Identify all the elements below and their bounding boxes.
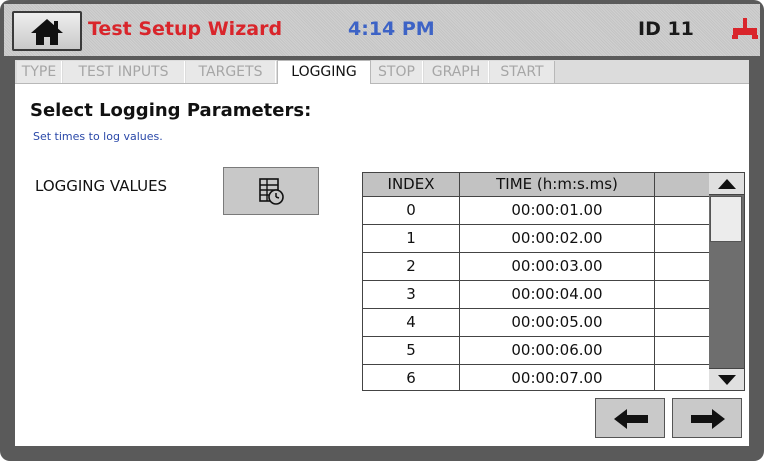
cell-time: 00:00:02.00 xyxy=(460,225,655,252)
page-title: Select Logging Parameters: xyxy=(30,100,312,121)
schedule-clock-icon xyxy=(259,178,284,205)
column-header-time: TIME (h:m:s.ms) xyxy=(460,173,655,196)
tab-stop[interactable]: STOP xyxy=(371,61,423,83)
scroll-thumb[interactable] xyxy=(710,196,742,242)
table-row[interactable]: 0 00:00:01.00 xyxy=(363,197,709,225)
table-row[interactable]: 2 00:00:03.00 xyxy=(363,253,709,281)
arrow-right-icon xyxy=(691,409,725,429)
cell-time: 00:00:03.00 xyxy=(460,253,655,280)
cell-time: 00:00:04.00 xyxy=(460,281,655,308)
table-row[interactable]: 3 00:00:04.00 xyxy=(363,281,709,309)
page-subtitle: Set times to log values. xyxy=(33,130,163,143)
logging-table: INDEX TIME (h:m:s.ms) 0 00:00:01.00 1 00… xyxy=(362,172,710,391)
logging-values-label: LOGGING VALUES xyxy=(35,177,168,195)
cell-index: 6 xyxy=(363,365,460,390)
clock-time: 4:14 PM xyxy=(348,18,435,40)
header-bar: Test Setup Wizard 4:14 PM ID 11 xyxy=(4,4,760,56)
tab-test-inputs[interactable]: TEST INPUTS xyxy=(63,61,185,83)
table-scrollbar[interactable] xyxy=(709,172,745,391)
table-header: INDEX TIME (h:m:s.ms) xyxy=(363,173,709,197)
tab-logging[interactable]: LOGGING xyxy=(277,60,371,84)
wizard-tabs: TYPE TEST INPUTS TARGETS LOGGING STOP GR… xyxy=(15,60,749,84)
content-panel: TYPE TEST INPUTS TARGETS LOGGING STOP GR… xyxy=(15,60,749,446)
device-icon[interactable] xyxy=(732,17,758,41)
table-row[interactable]: 4 00:00:05.00 xyxy=(363,309,709,337)
home-icon xyxy=(31,19,63,45)
table-row[interactable]: 6 00:00:07.00 xyxy=(363,365,709,390)
cell-time: 00:00:07.00 xyxy=(460,365,655,390)
table-row[interactable]: 5 00:00:06.00 xyxy=(363,337,709,365)
cell-time: 00:00:05.00 xyxy=(460,309,655,336)
scroll-up-button[interactable] xyxy=(709,173,744,195)
cell-index: 0 xyxy=(363,197,460,224)
tab-start[interactable]: START xyxy=(490,61,555,83)
cell-index: 5 xyxy=(363,337,460,364)
table-row[interactable]: 1 00:00:02.00 xyxy=(363,225,709,253)
cell-time: 00:00:06.00 xyxy=(460,337,655,364)
column-header-index: INDEX xyxy=(363,173,460,196)
logging-values-button[interactable] xyxy=(223,167,319,215)
tab-targets[interactable]: TARGETS xyxy=(186,61,276,83)
triangle-down-icon xyxy=(718,375,736,385)
home-button[interactable] xyxy=(12,11,82,51)
device-id: ID 11 xyxy=(638,18,694,40)
scroll-down-button[interactable] xyxy=(709,368,744,390)
cell-index: 4 xyxy=(363,309,460,336)
window-frame: Test Setup Wizard 4:14 PM ID 11 TYPE TES… xyxy=(0,0,764,461)
cell-index: 1 xyxy=(363,225,460,252)
previous-button[interactable] xyxy=(595,398,665,438)
cell-index: 3 xyxy=(363,281,460,308)
arrow-left-icon xyxy=(614,409,648,429)
tab-type[interactable]: TYPE xyxy=(17,61,62,83)
app-title: Test Setup Wizard xyxy=(88,18,283,40)
tab-graph[interactable]: GRAPH xyxy=(424,61,489,83)
triangle-up-icon xyxy=(718,179,736,189)
next-button[interactable] xyxy=(672,398,742,438)
cell-time: 00:00:01.00 xyxy=(460,197,655,224)
cell-index: 2 xyxy=(363,253,460,280)
